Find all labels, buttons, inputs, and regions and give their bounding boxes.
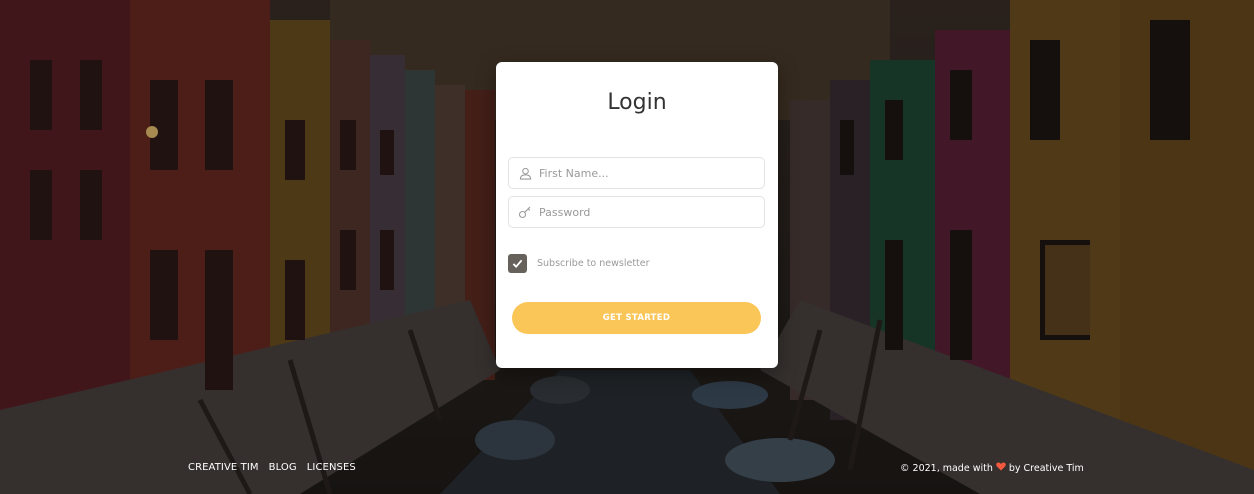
- key-icon: [517, 204, 533, 220]
- password-input[interactable]: [539, 205, 759, 219]
- footer-link-licenses[interactable]: LICENSES: [307, 462, 356, 473]
- first-name-field[interactable]: [508, 157, 765, 189]
- login-card: Login Subscribe to newsletter GET ST: [496, 62, 778, 368]
- password-field[interactable]: [508, 196, 765, 228]
- footer-link-creative-tim[interactable]: CREATIVE TIM: [188, 462, 259, 473]
- checkmark-icon: [512, 259, 523, 269]
- heart-icon: [996, 462, 1006, 474]
- user-icon: [517, 165, 533, 181]
- credits-suffix: by Creative Tim: [1008, 462, 1084, 474]
- subscribe-checkbox[interactable]: [508, 254, 527, 273]
- footer-credits: © 2021, made with by Creative Tim: [900, 462, 1084, 474]
- login-title: Login: [607, 90, 667, 115]
- footer-link-blog[interactable]: BLOG: [269, 462, 297, 473]
- subscribe-row: Subscribe to newsletter: [508, 254, 650, 273]
- credits-prefix: © 2021, made with: [900, 462, 993, 474]
- first-name-input[interactable]: [539, 166, 759, 180]
- subscribe-label: Subscribe to newsletter: [537, 258, 650, 269]
- footer-nav: CREATIVE TIM BLOG LICENSES: [188, 462, 356, 473]
- get-started-button[interactable]: GET STARTED: [512, 302, 761, 334]
